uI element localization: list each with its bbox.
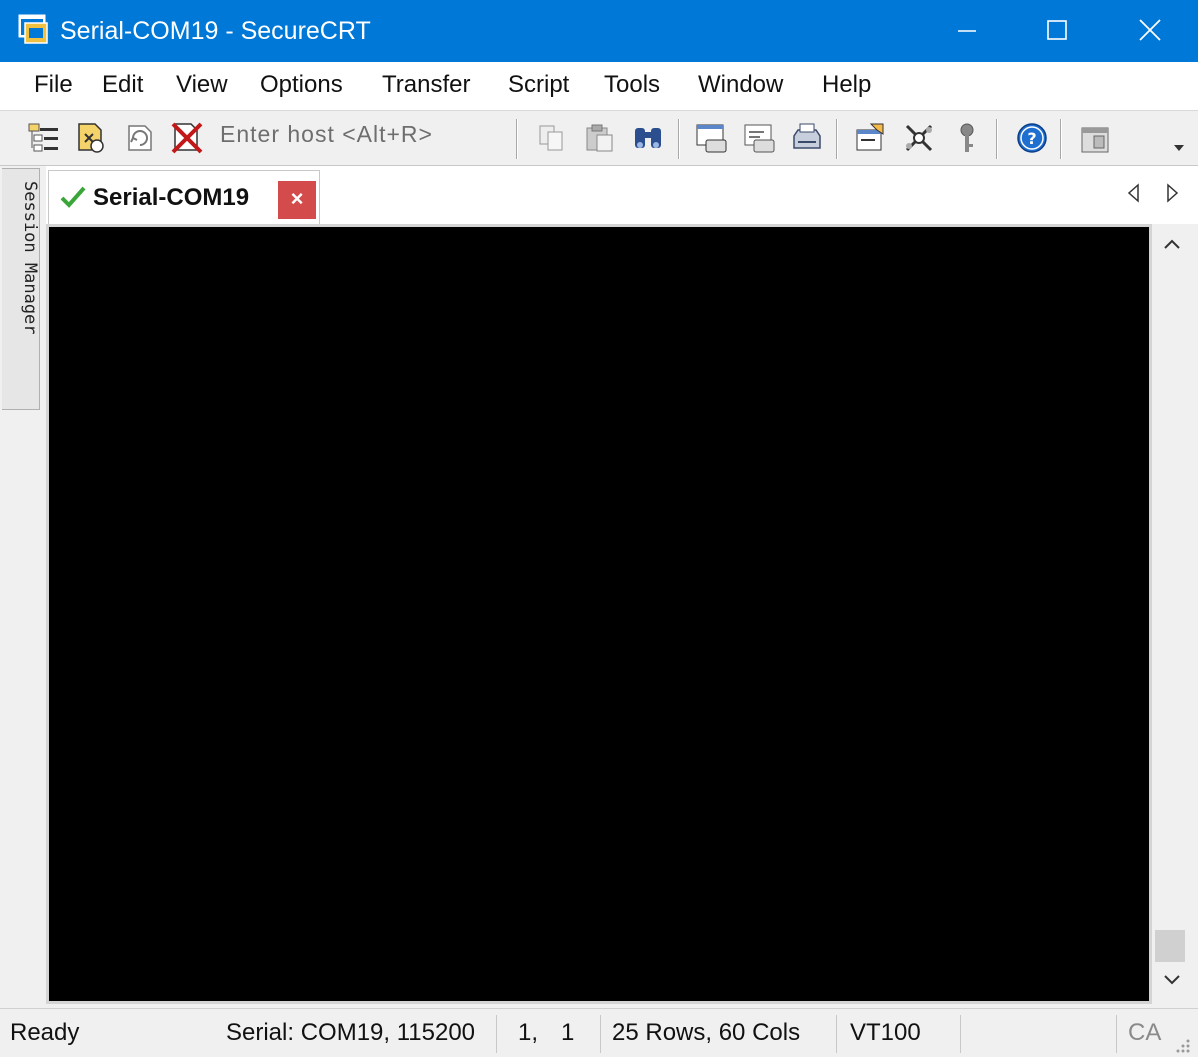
keymap-icon[interactable] [949, 120, 985, 156]
status-connection: Serial: COM19, 115200 [226, 1019, 476, 1046]
session-manager-tab[interactable]: Session Manager [2, 168, 40, 410]
session-options-icon[interactable] [853, 120, 889, 156]
toolbar: Enter host <Alt+R> ? [0, 111, 1198, 166]
status-separator [600, 1015, 601, 1053]
status-separator [1116, 1015, 1117, 1053]
menu-tools[interactable]: Tools [604, 62, 660, 110]
toolbar-separator [836, 119, 838, 159]
status-separator [960, 1015, 961, 1053]
status-bar: Ready Serial: COM19, 115200 1, 1 25 Rows… [0, 1008, 1198, 1057]
menu-file[interactable]: File [34, 62, 73, 110]
reconnect-icon[interactable] [121, 120, 157, 156]
tab-serial-com19[interactable]: Serial-COM19 × [48, 170, 320, 225]
menu-transfer[interactable]: Transfer [382, 62, 470, 110]
find-icon[interactable] [630, 120, 666, 156]
tab-scroll-right-icon[interactable] [1162, 182, 1182, 204]
status-cursor-col: 1 [561, 1019, 575, 1046]
window-title: Serial-COM19 - SecureCRT [60, 17, 371, 45]
toolbar-separator [996, 119, 998, 159]
chevron-down-icon[interactable] [1172, 141, 1186, 155]
status-cursor-row: 1, [518, 1019, 539, 1046]
toolbar-separator [1060, 119, 1062, 159]
paste-icon[interactable] [582, 120, 618, 156]
help-icon[interactable]: ? [1014, 120, 1050, 156]
tab-scroll-left-icon[interactable] [1124, 182, 1144, 204]
disconnect-icon[interactable] [169, 120, 205, 156]
securecrt-app-icon[interactable] [18, 14, 48, 44]
toolbar-separator [678, 119, 680, 159]
resize-grip-icon[interactable] [1172, 1035, 1192, 1055]
menu-edit[interactable]: Edit [102, 62, 143, 110]
print-selection-icon[interactable] [742, 120, 778, 156]
menu-script[interactable]: Script [508, 62, 569, 110]
status-separator [836, 1015, 837, 1053]
status-separator [496, 1015, 497, 1053]
maximize-icon [1047, 20, 1067, 40]
quick-connect-icon[interactable] [73, 120, 109, 156]
maximize-button[interactable] [1012, 0, 1102, 62]
title-bar[interactable]: Serial-COM19 - SecureCRT [0, 0, 1198, 62]
sftp-icon[interactable] [1078, 120, 1114, 156]
tab-close-button[interactable]: × [278, 181, 316, 219]
print-screen-icon[interactable] [694, 120, 730, 156]
menu-options[interactable]: Options [260, 62, 343, 110]
minimize-icon [958, 30, 976, 32]
vertical-scrollbar[interactable] [1153, 226, 1190, 996]
toolbar-separator [516, 119, 518, 159]
status-emulation: VT100 [850, 1019, 921, 1046]
close-icon [1139, 19, 1161, 41]
scroll-down-icon[interactable] [1161, 968, 1183, 990]
menu-window[interactable]: Window [698, 62, 783, 110]
menu-bar: File Edit View Options Transfer Script T… [0, 62, 1198, 111]
status-terminal-size: 25 Rows, 60 Cols [612, 1019, 801, 1046]
minimize-button[interactable] [922, 0, 1012, 62]
session-tab-strip: Serial-COM19 × [46, 166, 1198, 225]
scrollbar-thumb[interactable] [1155, 930, 1185, 962]
host-input[interactable]: Enter host <Alt+R> [220, 119, 433, 149]
connect-icon[interactable] [26, 120, 62, 156]
connected-check-icon [60, 186, 86, 208]
global-options-icon[interactable] [901, 120, 937, 156]
svg-text:?: ? [1027, 129, 1036, 148]
copy-icon[interactable] [534, 120, 570, 156]
session-manager-label: Session Manager [20, 181, 40, 335]
tab-label: Serial-COM19 [93, 184, 250, 211]
menu-view[interactable]: View [176, 62, 228, 110]
terminal-screen[interactable] [46, 224, 1152, 1004]
status-state: Ready [10, 1019, 80, 1046]
scroll-up-icon[interactable] [1161, 234, 1183, 256]
close-window-button[interactable] [1104, 0, 1194, 62]
menu-help[interactable]: Help [822, 62, 871, 110]
print-icon[interactable] [790, 120, 826, 156]
status-caps-lock: CA [1128, 1019, 1162, 1046]
